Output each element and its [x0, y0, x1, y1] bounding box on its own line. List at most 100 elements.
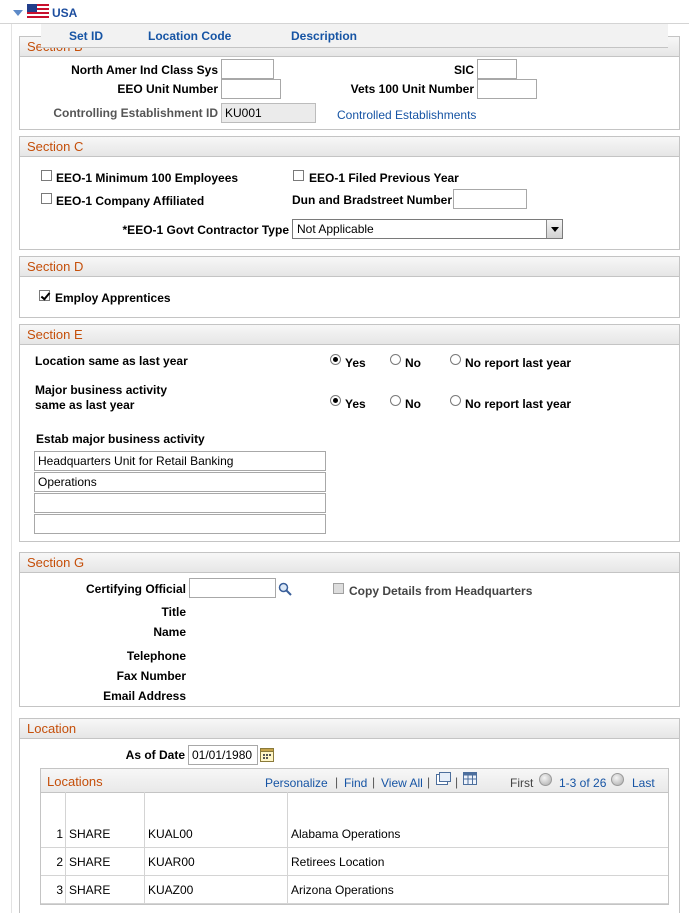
row-number: 3	[41, 876, 65, 904]
estab-activity-input-4[interactable]	[34, 514, 326, 534]
location-same-no-radio[interactable]	[390, 354, 401, 365]
major-activity-noreport-label: No report last year	[465, 397, 572, 411]
location-same-label: Location same as last year	[35, 354, 188, 368]
estab-activity-input-1[interactable]: Headquarters Unit for Retail Banking	[34, 451, 326, 471]
row-setid: SHARE	[65, 848, 144, 876]
fax-label: Fax Number	[116, 669, 186, 683]
nav-separator: |	[455, 775, 459, 789]
location-same-no-label: No	[405, 356, 421, 370]
search-icon[interactable]	[278, 582, 292, 596]
naics-input[interactable]	[221, 59, 274, 79]
col-location-code[interactable]: Location Code	[144, 24, 287, 48]
calendar-icon[interactable]	[260, 747, 274, 762]
major-activity-label-line2: same as last year	[35, 398, 135, 412]
row-description: Alabama Operations	[287, 820, 668, 848]
last-link[interactable]: Last	[632, 776, 655, 790]
official-title-label: Title	[161, 605, 186, 619]
view-all-link[interactable]: View All	[381, 776, 423, 790]
official-name-label: Name	[153, 625, 186, 639]
personalize-link[interactable]: Personalize	[265, 776, 328, 790]
major-activity-label-line1: Major business activity	[35, 383, 168, 397]
telephone-label: Telephone	[126, 649, 186, 663]
location-same-noreport-radio[interactable]	[450, 354, 461, 365]
duns-input[interactable]	[453, 189, 527, 209]
contractor-type-value: Not Applicable	[297, 222, 374, 236]
contractor-type-select[interactable]: Not Applicable	[292, 219, 563, 239]
row-number: 2	[41, 848, 65, 876]
min100-label: EEO-1 Minimum 100 Employees	[56, 171, 239, 185]
first-label: First	[510, 776, 534, 790]
sic-input[interactable]	[477, 59, 517, 79]
employ-apprentices-checkbox[interactable]	[39, 290, 50, 301]
nav-separator: |	[427, 775, 431, 789]
estab-activity-label: Estab major business activity	[36, 432, 205, 446]
copy-headquarters-label: Copy Details from Headquarters	[349, 584, 533, 598]
contractor-type-label: *EEO-1 Govt Contractor Type	[122, 223, 289, 237]
col-description[interactable]: Description	[287, 24, 668, 48]
previous-arrow-icon[interactable]	[539, 773, 552, 786]
row-setid: SHARE	[65, 876, 144, 904]
locations-grid-title: Locations	[47, 774, 103, 789]
vets-unit-label: Vets 100 Unit Number	[350, 82, 474, 96]
page-title: USA	[52, 6, 78, 20]
duns-label: Dun and Bradstreet Number	[292, 193, 453, 207]
certifying-official-input[interactable]	[189, 578, 276, 598]
grid-line	[65, 792, 66, 904]
nav-separator: |	[372, 775, 376, 789]
nav-separator: |	[335, 775, 339, 789]
col-setid[interactable]: Set ID	[65, 24, 144, 48]
controlled-establishments-link[interactable]: Controlled Establishments	[337, 108, 476, 122]
location-title: Location	[20, 719, 679, 739]
eeo-unit-label: EEO Unit Number	[117, 82, 218, 96]
major-activity-noreport-radio[interactable]	[450, 395, 461, 406]
row-range: 1-3 of 26	[559, 776, 607, 790]
min100-checkbox[interactable]	[41, 170, 52, 181]
employ-apprentices-label: Employ Apprentices	[55, 291, 171, 305]
location-same-noreport-label: No report last year	[465, 356, 572, 370]
major-activity-yes-radio[interactable]	[330, 395, 341, 406]
section-d-title: Section D	[20, 257, 679, 277]
row-description: Retirees Location	[287, 848, 668, 876]
copy-headquarters-checkbox[interactable]	[333, 583, 344, 594]
spreadsheet-icon[interactable]	[463, 772, 477, 785]
collapse-triangle-icon[interactable]	[13, 10, 23, 16]
row-description: Arizona Operations	[287, 876, 668, 904]
sic-label: SIC	[453, 63, 474, 77]
section-e-title: Section E	[20, 325, 679, 345]
email-label: Email Address	[103, 689, 186, 703]
major-activity-no-radio[interactable]	[390, 395, 401, 406]
major-activity-no-label: No	[405, 397, 421, 411]
naics-label: North Amer Ind Class Sys	[71, 63, 218, 77]
controlling-establishment-field: KU001	[221, 103, 316, 123]
vets-unit-input[interactable]	[477, 79, 537, 99]
controlling-establishment-label: Controlling Establishment ID	[53, 106, 218, 120]
grid-line	[144, 792, 145, 904]
row-location-code: KUAR00	[144, 848, 287, 876]
col-rownum	[41, 24, 65, 48]
as-of-date-input[interactable]: 01/01/1980	[188, 745, 258, 765]
usa-flag-icon	[27, 4, 49, 18]
find-link[interactable]: Find	[344, 776, 367, 790]
new-window-icon[interactable]	[436, 772, 451, 785]
grid-line	[287, 792, 288, 904]
row-location-code: KUAZ00	[144, 876, 287, 904]
section-d: Section D	[19, 256, 680, 318]
company-affiliated-checkbox[interactable]	[41, 193, 52, 204]
major-activity-yes-label: Yes	[345, 397, 366, 411]
estab-activity-input-2[interactable]: Operations	[34, 472, 326, 492]
location-same-yes-radio[interactable]	[330, 354, 341, 365]
row-setid: SHARE	[65, 820, 144, 848]
certifying-official-label: Certifying Official	[85, 582, 186, 596]
next-arrow-icon[interactable]	[611, 773, 624, 786]
chevron-down-icon[interactable]	[546, 220, 562, 238]
row-number: 1	[41, 820, 65, 848]
filed-previous-checkbox[interactable]	[293, 170, 304, 181]
estab-activity-input-3[interactable]	[34, 493, 326, 513]
company-affiliated-label: EEO-1 Company Affiliated	[56, 194, 205, 208]
eeo-unit-input[interactable]	[221, 79, 281, 99]
location-same-yes-label: Yes	[345, 356, 366, 370]
section-g-title: Section G	[20, 553, 679, 573]
section-c-title: Section C	[20, 137, 679, 157]
row-location-code: KUAL00	[144, 820, 287, 848]
as-of-date-label: As of Date	[125, 748, 185, 762]
